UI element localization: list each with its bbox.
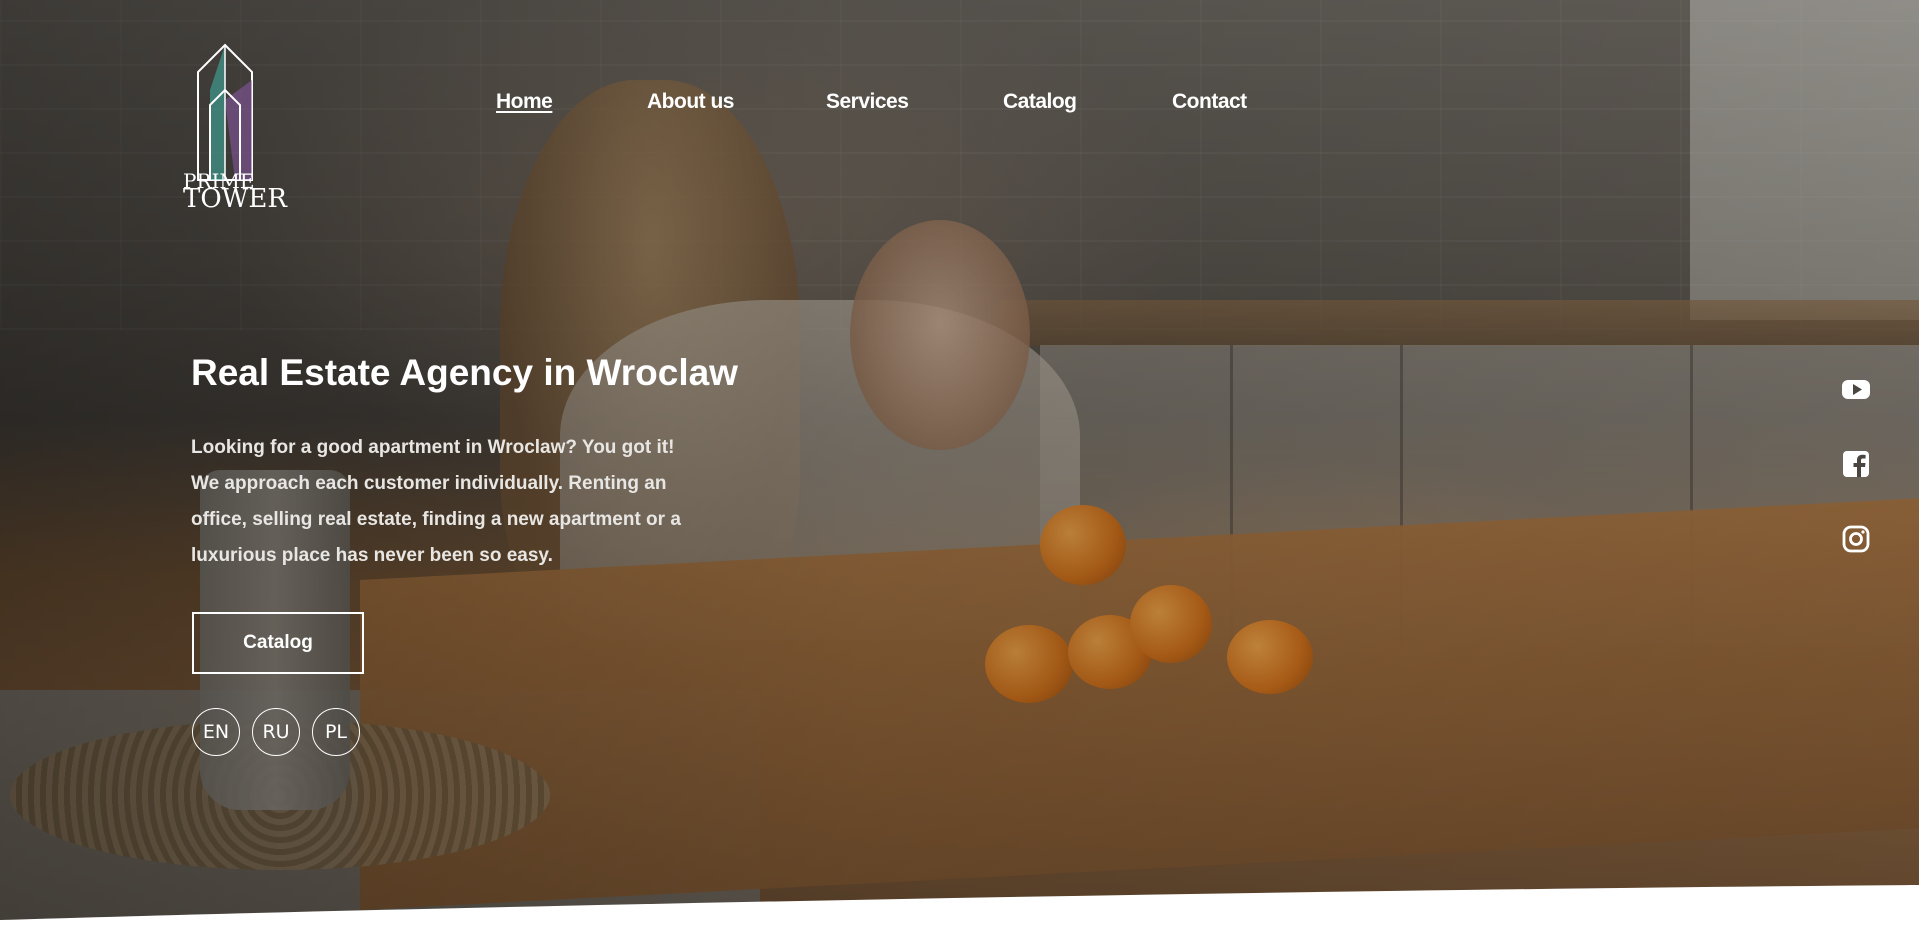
hero-description-line: We approach each customer individually. … (191, 473, 667, 494)
hero-description-line: Looking for a good apartment in Wroclaw?… (191, 437, 675, 458)
nav-about-us[interactable]: About us (647, 90, 734, 114)
hero-description-line: office, selling real estate, finding a n… (191, 509, 681, 530)
bottom-wave-divider (0, 885, 1919, 930)
nav-contact[interactable]: Contact (1172, 90, 1247, 114)
nav-services[interactable]: Services (826, 90, 909, 114)
hero-title: Real Estate Agency in Wroclaw (191, 352, 738, 393)
nav-home[interactable]: Home (496, 90, 553, 114)
language-ru-button[interactable]: RU (252, 708, 300, 756)
catalog-button[interactable]: Catalog (192, 612, 364, 674)
facebook-icon[interactable] (1840, 448, 1872, 480)
instagram-icon[interactable] (1840, 523, 1872, 555)
nav-catalog[interactable]: Catalog (1003, 90, 1077, 114)
language-pl-button[interactable]: PL (312, 708, 360, 756)
language-en-button[interactable]: EN (192, 708, 240, 756)
hero-description-line: luxurious place has never been so easy. (191, 545, 553, 566)
youtube-icon[interactable] (1840, 373, 1872, 405)
hero-description: Looking for a good apartment in Wroclaw?… (191, 430, 711, 574)
main-nav: Home About us Services Catalog Contact (0, 90, 1919, 120)
logo-line2: TOWER (183, 184, 287, 214)
logo-wordmark: PRIME TOWER (183, 170, 287, 214)
